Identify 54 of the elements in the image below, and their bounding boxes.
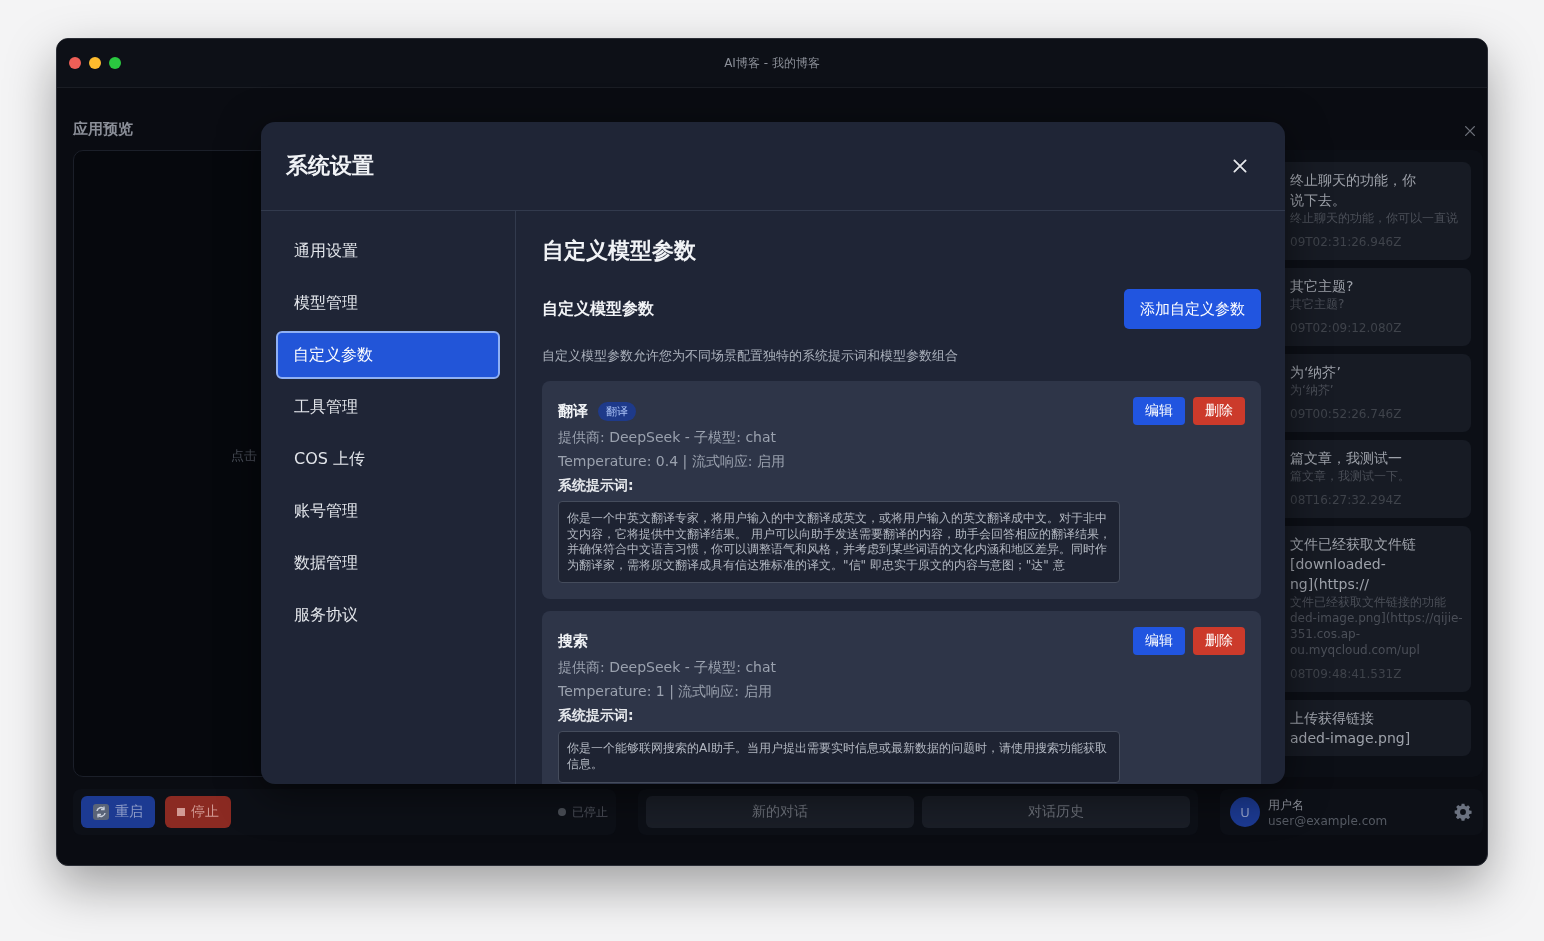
nav-item[interactable]: 模型管理: [276, 279, 500, 327]
stop-icon: [177, 808, 185, 816]
history-title: 其它主题?: [1290, 277, 1355, 296]
nav-item[interactable]: 工具管理: [276, 383, 500, 431]
add-param-button[interactable]: 添加自定义参数: [1124, 289, 1261, 329]
history-title: ng](https://: [1290, 575, 1370, 594]
zoom-window-button[interactable]: [109, 57, 121, 69]
minimize-window-button[interactable]: [89, 57, 101, 69]
page-heading: 自定义模型参数: [542, 237, 697, 265]
param-name: 搜索: [558, 631, 588, 651]
edit-button[interactable]: 编辑: [1133, 397, 1185, 425]
history-title: aded-image.png]: [1290, 729, 1412, 748]
prompt-label: 系统提示词:: [558, 706, 635, 726]
history-title: 终止聊天的功能，你: [1290, 171, 1417, 190]
nav-item[interactable]: 通用设置: [276, 227, 500, 275]
prompt-label: 系统提示词:: [558, 476, 635, 495]
status-dot: [558, 808, 566, 816]
stop-button[interactable]: 停止: [165, 796, 231, 828]
param-tag: 翻译: [598, 401, 636, 421]
close-icon[interactable]: [1231, 157, 1249, 175]
settings-icon[interactable]: [1452, 802, 1473, 822]
param-name: 翻译: [558, 401, 588, 421]
nav-item[interactable]: 账号管理: [276, 487, 500, 535]
provider-text: 提供商: DeepSeek - 子模型: chat: [558, 658, 778, 678]
nav-item[interactable]: 自定义参数: [276, 331, 500, 379]
delete-button[interactable]: 删除: [1193, 627, 1245, 656]
history-title: 上传获得链接: [1290, 709, 1375, 728]
nav-item[interactable]: 数据管理: [276, 539, 500, 587]
history-title: [downloaded-: [1290, 555, 1387, 574]
dialog-title: 系统设置: [286, 152, 374, 180]
edit-button[interactable]: 编辑: [1133, 627, 1185, 656]
restart-button[interactable]: 重启: [81, 796, 155, 828]
settings-text: Temperature: 0.4 | 流式响应: 启用: [558, 452, 786, 472]
refresh-icon: [93, 804, 109, 820]
section-title: 自定义模型参数: [542, 298, 654, 320]
history-title: 篇文章，我测试一: [1290, 449, 1403, 468]
delete-button[interactable]: 删除: [1193, 397, 1245, 425]
hint-text: 点击: [231, 447, 257, 465]
user-name: 用户名: [1268, 796, 1305, 814]
prompt-box: 你是一个中英文翻译专家，将用户输入的中文翻译成英文，或将用户输入的英文翻译成中文。对于非中文内容，它将提供中文翻译结果。 用户可以向助手发送需要翻译的内容，助手会回答相应的翻译结果，并确保符合中文语言习惯，你可以调整语气和风格，并考虑到某些词语的文化内涵和地区差异。同时作为翻译家，需将原文翻译成具有信达雅标准的译文。"信" 即忠实于原文的内容与意图；"达" 意: [558, 501, 1120, 584]
nav-item[interactable]: COS 上传: [276, 435, 500, 483]
history-title: 为‘纳芥’: [1290, 363, 1342, 382]
provider-text: 提供商: DeepSeek - 子模型: chat: [558, 428, 778, 447]
panel-title: 应用预览: [73, 119, 134, 140]
window-title: AI博客 - 我的博客: [724, 55, 820, 70]
history-title: 文件已经获取文件链: [1290, 535, 1417, 554]
settings-text: Temperature: 1 | 流式响应: 启用: [558, 682, 773, 702]
user-email: user@example.com: [1268, 813, 1388, 828]
user-avatar: U: [1230, 797, 1260, 827]
close-window-button[interactable]: [69, 57, 81, 69]
prompt-box: 你是一个能够联网搜索的AI助手。当用户提出需要实时信息或最新数据的问题时，请使用搜索功能获取信息。: [558, 731, 1120, 783]
nav-item[interactable]: 服务协议: [276, 591, 500, 639]
history-title: 说下去。: [1290, 191, 1347, 210]
description-text: 自定义模型参数允许您为不同场景配置独特的系统提示词和模型参数组合: [542, 347, 959, 365]
